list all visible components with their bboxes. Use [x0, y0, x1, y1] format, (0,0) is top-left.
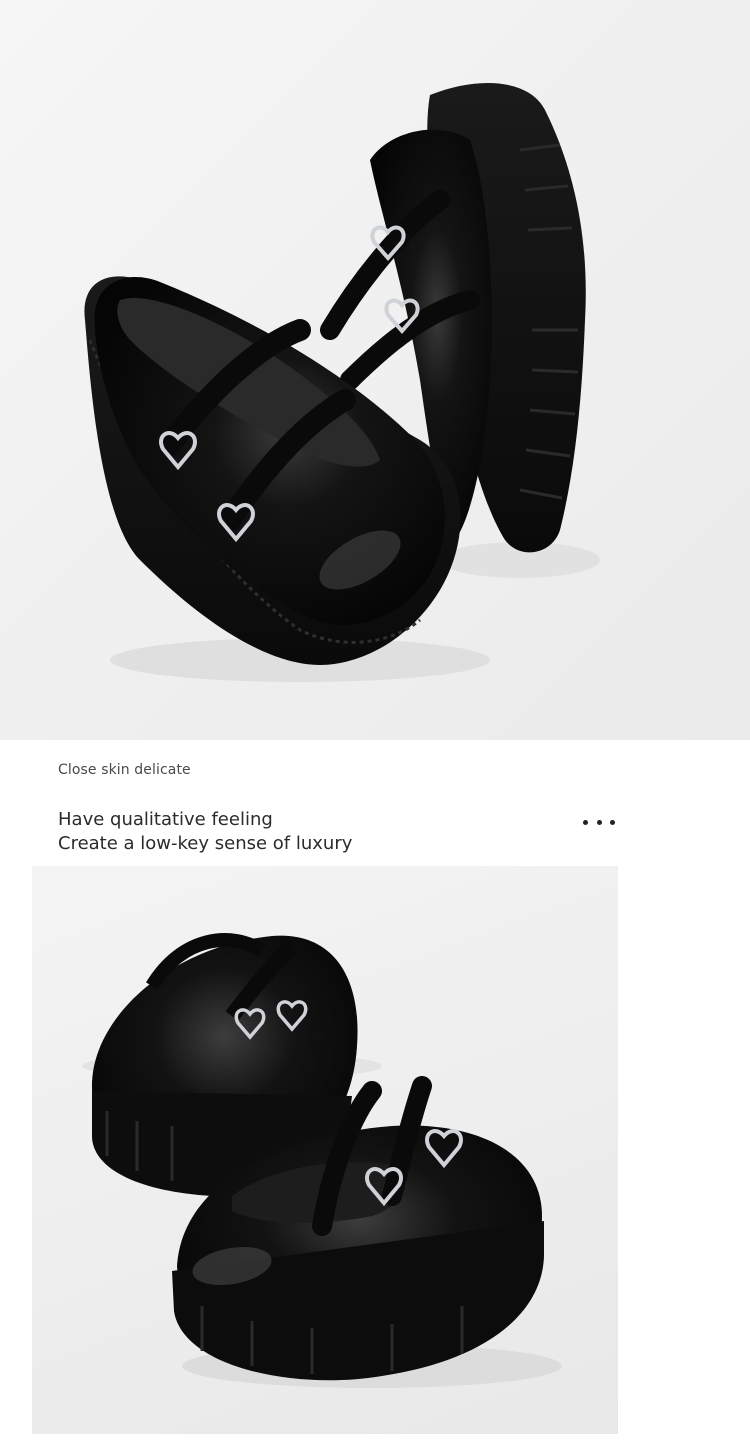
- headline-line-2: Create a low-key sense of luxury: [58, 833, 353, 854]
- product-photo-top: [0, 0, 750, 740]
- headline: Have qualitative feeling Create a low-ke…: [58, 808, 352, 856]
- shoe-pair-image: [84, 83, 600, 682]
- product-photo-bottom: [32, 866, 618, 1434]
- more-dots-icon: [583, 812, 615, 832]
- caption-text: Close skin delicate: [58, 762, 191, 778]
- headline-line-1: Have qualitative feeling: [58, 809, 273, 830]
- shoe-pair-detail-image: [82, 933, 562, 1388]
